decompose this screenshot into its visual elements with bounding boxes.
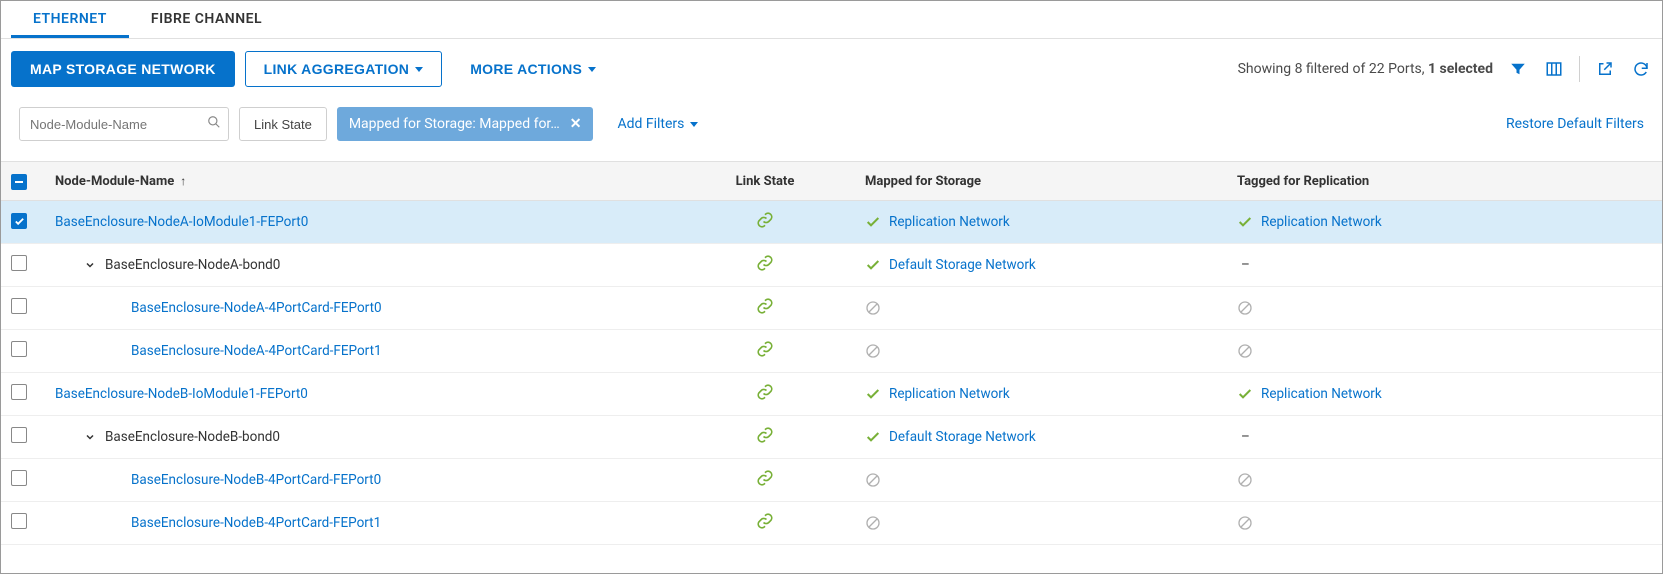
expand-toggle-icon[interactable] (83, 431, 97, 443)
col-header-tagged[interactable]: Tagged for Replication (1237, 174, 1652, 189)
col-header-link-state[interactable]: Link State (665, 174, 865, 189)
more-actions-label: MORE ACTIONS (470, 61, 582, 77)
restore-default-filters-link[interactable]: Restore Default Filters (1506, 116, 1644, 132)
port-name-link[interactable]: BaseEnclosure-NodeB-4PortCard-FEPort0 (131, 472, 381, 488)
table-row: BaseEnclosure-NodeB-4PortCard-FEPort1 (1, 502, 1662, 545)
check-icon (865, 386, 881, 402)
mapped-storage-link[interactable]: Replication Network (889, 386, 1010, 402)
sort-ascending-icon: ↑ (180, 174, 186, 188)
table-header: Node-Module-Name ↑ Link State Mapped for… (1, 161, 1662, 201)
table-row: BaseEnclosure-NodeA-bond0 Default Storage… (1, 244, 1662, 287)
check-icon (865, 214, 881, 230)
port-name-link[interactable]: BaseEnclosure-NodeA-4PortCard-FEPort0 (131, 300, 382, 316)
link-state-icon (756, 426, 774, 448)
mapped-storage-link[interactable]: Replication Network (889, 214, 1010, 230)
tab-ethernet[interactable]: ETHERNET (11, 1, 129, 38)
link-aggregation-button[interactable]: LINK AGGREGATION (245, 51, 443, 87)
search-icon (207, 115, 221, 133)
map-storage-network-button[interactable]: MAP STORAGE NETWORK (11, 51, 235, 87)
row-checkbox[interactable] (11, 298, 27, 314)
table-row: BaseEnclosure-NodeB-bond0 Default Storage… (1, 416, 1662, 459)
tabs-bar: ETHERNET FIBRE CHANNEL (1, 1, 1662, 39)
showing-status: Showing 8 filtered of 22 Ports, 1 select… (1238, 61, 1493, 77)
link-state-filter-button[interactable]: Link State (239, 107, 327, 141)
link-state-icon (756, 211, 774, 233)
tab-fibre-channel[interactable]: FIBRE CHANNEL (129, 1, 284, 38)
export-icon[interactable] (1594, 58, 1616, 80)
tagged-replication-link[interactable]: Replication Network (1261, 386, 1382, 402)
add-filters-button[interactable]: Add Filters (617, 116, 698, 132)
row-checkbox[interactable] (11, 427, 27, 443)
col-header-name[interactable]: Node-Module-Name (55, 174, 174, 189)
more-actions-button[interactable]: MORE ACTIONS (452, 52, 614, 86)
dash-icon: – (1237, 257, 1250, 273)
disabled-icon (1237, 343, 1253, 359)
link-state-icon (756, 469, 774, 491)
mapped-for-storage-filter-chip[interactable]: Mapped for Storage: Mapped for… ✕ (337, 107, 594, 141)
link-state-icon (756, 254, 774, 276)
chip-remove-icon[interactable]: ✕ (570, 116, 582, 132)
dash-icon: – (1237, 429, 1250, 445)
row-checkbox[interactable] (11, 213, 27, 229)
caret-down-icon (690, 122, 698, 127)
row-checkbox[interactable] (11, 470, 27, 486)
disabled-icon (865, 515, 881, 531)
table-row: BaseEnclosure-NodeB-4PortCard-FEPort0 (1, 459, 1662, 502)
filter-icon[interactable] (1507, 58, 1529, 80)
link-state-icon (756, 383, 774, 405)
disabled-icon (865, 472, 881, 488)
port-name-link: BaseEnclosure-NodeA-bond0 (105, 257, 280, 273)
refresh-icon[interactable] (1630, 58, 1652, 80)
disabled-icon (1237, 300, 1253, 316)
select-all-checkbox[interactable] (11, 174, 27, 190)
tagged-replication-link[interactable]: Replication Network (1261, 214, 1382, 230)
filter-bar: Link State Mapped for Storage: Mapped fo… (1, 99, 1662, 161)
port-name-link[interactable]: BaseEnclosure-NodeA-IoModule1-FEPort0 (55, 214, 308, 230)
check-icon (1237, 386, 1253, 402)
check-icon (865, 257, 881, 273)
add-filters-label: Add Filters (617, 116, 684, 132)
chip-label: Mapped for Storage: Mapped for… (349, 116, 560, 132)
check-icon (1237, 214, 1253, 230)
port-name-link[interactable]: BaseEnclosure-NodeB-IoModule1-FEPort0 (55, 386, 308, 402)
link-state-icon (756, 297, 774, 319)
mapped-storage-link[interactable]: Default Storage Network (889, 257, 1036, 273)
caret-down-icon (588, 67, 596, 72)
disabled-icon (865, 300, 881, 316)
table-row: BaseEnclosure-NodeA-4PortCard-FEPort1 (1, 330, 1662, 373)
toolbar: MAP STORAGE NETWORK LINK AGGREGATION MOR… (1, 39, 1662, 99)
caret-down-icon (415, 67, 423, 72)
link-aggregation-label: LINK AGGREGATION (264, 61, 410, 77)
row-checkbox[interactable] (11, 341, 27, 357)
port-name-link[interactable]: BaseEnclosure-NodeB-4PortCard-FEPort1 (131, 515, 381, 531)
disabled-icon (865, 343, 881, 359)
search-input[interactable] (19, 107, 229, 141)
port-name-link: BaseEnclosure-NodeB-bond0 (105, 429, 280, 445)
table-row: BaseEnclosure-NodeB-IoModule1-FEPort0 Rep… (1, 373, 1662, 416)
check-icon (865, 429, 881, 445)
disabled-icon (1237, 515, 1253, 531)
divider (1579, 56, 1580, 82)
port-name-link[interactable]: BaseEnclosure-NodeA-4PortCard-FEPort1 (131, 343, 382, 359)
link-state-icon (756, 512, 774, 534)
col-header-mapped[interactable]: Mapped for Storage (865, 174, 1237, 189)
table-row: BaseEnclosure-NodeA-4PortCard-FEPort0 (1, 287, 1662, 330)
table-row: BaseEnclosure-NodeA-IoModule1-FEPort0 Rep… (1, 201, 1662, 244)
search-input-wrapper (19, 107, 229, 141)
row-checkbox[interactable] (11, 384, 27, 400)
ports-table: Node-Module-Name ↑ Link State Mapped for… (1, 161, 1662, 573)
expand-toggle-icon[interactable] (83, 259, 97, 271)
link-state-icon (756, 340, 774, 362)
disabled-icon (1237, 472, 1253, 488)
columns-icon[interactable] (1543, 58, 1565, 80)
row-checkbox[interactable] (11, 255, 27, 271)
mapped-storage-link[interactable]: Default Storage Network (889, 429, 1036, 445)
row-checkbox[interactable] (11, 513, 27, 529)
